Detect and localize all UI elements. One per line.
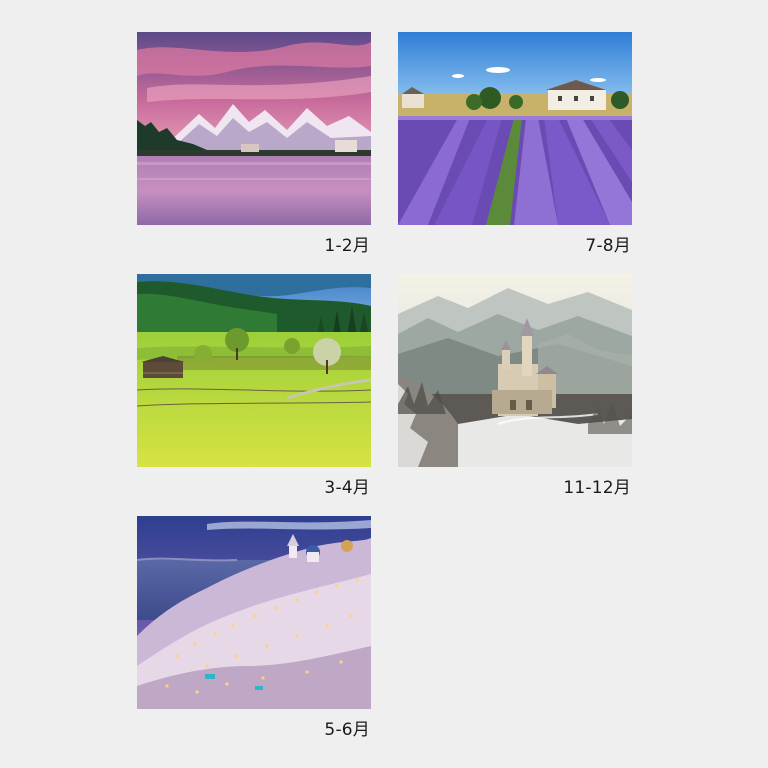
calendar-preview-page: 1-2月 7-8月 3-4月 11-12月 5-6月 — [0, 0, 768, 768]
lavender-field-photo — [398, 32, 632, 225]
winter-castle-photo — [398, 274, 632, 467]
green-meadow-photo — [137, 274, 371, 467]
month-caption: 11-12月 — [563, 478, 631, 498]
month-tile-jul-aug[interactable]: 7-8月 — [398, 32, 632, 256]
month-caption: 1-2月 — [324, 236, 370, 256]
month-tile-nov-dec[interactable]: 11-12月 — [398, 274, 632, 498]
santorini-dusk-photo — [137, 516, 371, 709]
month-tile-may-jun[interactable]: 5-6月 — [137, 516, 371, 740]
month-tile-jan-feb[interactable]: 1-2月 — [137, 32, 371, 256]
month-tile-mar-apr[interactable]: 3-4月 — [137, 274, 371, 498]
month-caption: 5-6月 — [324, 720, 370, 740]
mountain-lake-sunset-photo — [137, 32, 371, 225]
month-caption: 7-8月 — [585, 236, 631, 256]
month-caption: 3-4月 — [324, 478, 370, 498]
